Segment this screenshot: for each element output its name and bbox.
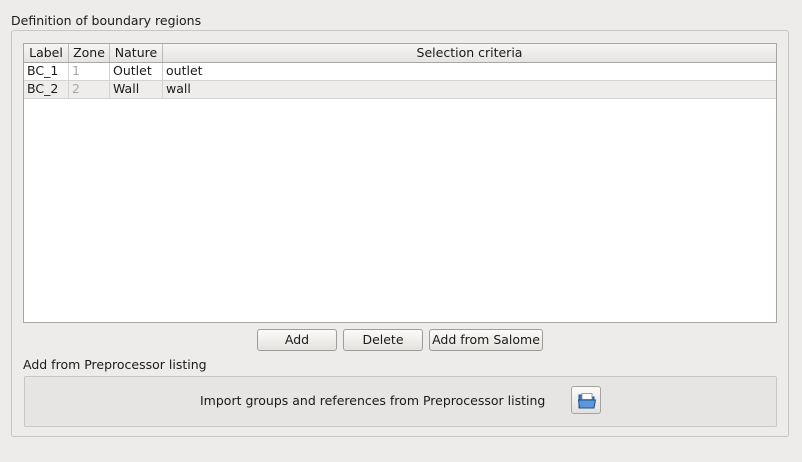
cell-selection-criteria[interactable]: wall xyxy=(163,81,776,98)
cell-label[interactable]: BC_2 xyxy=(24,81,69,98)
delete-button[interactable]: Delete xyxy=(343,329,423,351)
cell-selection-criteria[interactable]: outlet xyxy=(163,63,776,80)
header-selection-criteria[interactable]: Selection criteria xyxy=(163,44,776,62)
cell-label[interactable]: BC_1 xyxy=(24,63,69,80)
table-row[interactable]: BC_1 1 Outlet outlet xyxy=(24,63,776,81)
add-button[interactable]: Add xyxy=(257,329,337,351)
cell-nature[interactable]: Outlet xyxy=(110,63,163,80)
header-label[interactable]: Label xyxy=(24,44,69,62)
group-title: Definition of boundary regions xyxy=(11,13,202,28)
boundary-table[interactable]: Label Zone Nature Selection criteria BC_… xyxy=(23,43,777,323)
open-folder-icon xyxy=(577,393,597,409)
add-from-salome-button[interactable]: Add from Salome xyxy=(429,329,543,351)
preprocessor-section-title: Add from Preprocessor listing xyxy=(23,357,207,372)
cell-nature[interactable]: Wall xyxy=(110,81,163,98)
import-listing-button[interactable] xyxy=(571,386,601,414)
header-nature[interactable]: Nature xyxy=(110,44,163,62)
table-row[interactable]: BC_2 2 Wall wall xyxy=(24,81,776,99)
cell-zone: 1 xyxy=(69,63,110,80)
table-header: Label Zone Nature Selection criteria xyxy=(24,44,776,63)
cell-zone: 2 xyxy=(69,81,110,98)
header-zone[interactable]: Zone xyxy=(69,44,110,62)
import-label: Import groups and references from Prepro… xyxy=(200,393,546,408)
